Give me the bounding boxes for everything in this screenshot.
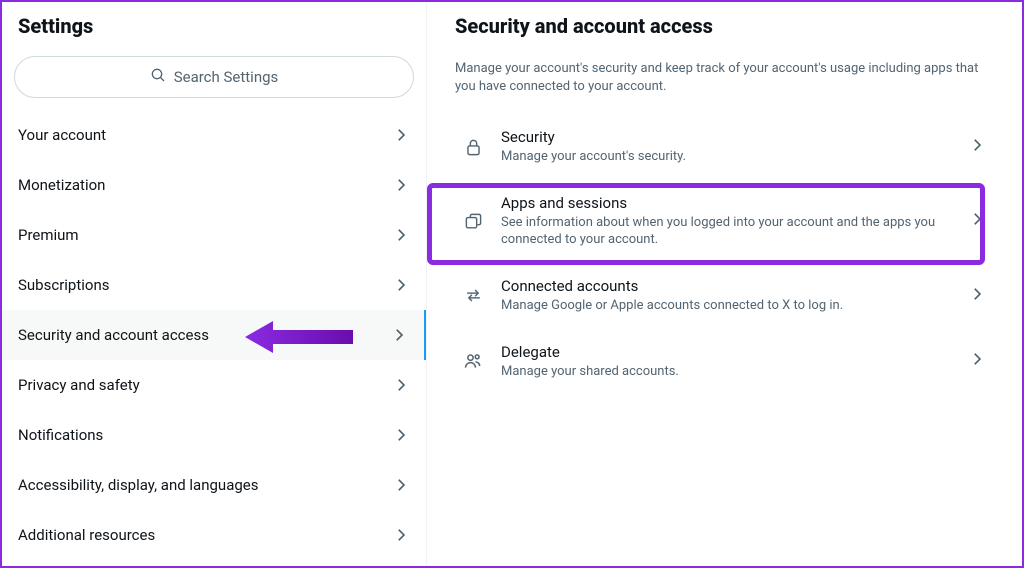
- option-body: Delegate Manage your shared accounts.: [501, 343, 950, 381]
- sidebar-item-monetization[interactable]: Monetization: [2, 160, 426, 210]
- option-body: Connected accounts Manage Google or Appl…: [501, 277, 950, 315]
- apps-icon: [463, 212, 483, 231]
- option-security[interactable]: Security Manage your account's security.: [455, 114, 994, 180]
- chevron-right-icon: [392, 126, 410, 144]
- option-title: Connected accounts: [501, 277, 950, 297]
- option-title: Security: [501, 128, 950, 148]
- sidebar-item-notifications[interactable]: Notifications: [2, 410, 426, 460]
- sidebar-item-label: Notifications: [18, 426, 103, 444]
- settings-sidebar: Settings Search Settings Your account Mo…: [2, 2, 427, 566]
- chevron-right-icon: [392, 476, 410, 494]
- option-body: Security Manage your account's security.: [501, 128, 950, 166]
- sidebar-item-accessibility-display-languages[interactable]: Accessibility, display, and languages: [2, 460, 426, 510]
- chevron-right-icon: [390, 326, 408, 344]
- sidebar-item-subscriptions[interactable]: Subscriptions: [2, 260, 426, 310]
- chevron-right-icon: [968, 350, 986, 372]
- chevron-right-icon: [392, 526, 410, 544]
- option-body: Apps and sessions See information about …: [501, 194, 950, 249]
- sidebar-item-security-and-account-access[interactable]: Security and account access: [2, 310, 426, 360]
- sidebar-item-label: Premium: [18, 226, 79, 244]
- option-title: Delegate: [501, 343, 950, 363]
- swap-arrows-icon: [463, 286, 483, 305]
- sidebar-item-label: Privacy and safety: [18, 376, 140, 394]
- option-desc: Manage Google or Apple accounts connecte…: [501, 297, 950, 315]
- chevron-right-icon: [968, 136, 986, 158]
- sidebar-item-your-account[interactable]: Your account: [2, 110, 426, 160]
- option-delegate[interactable]: Delegate Manage your shared accounts.: [455, 329, 994, 395]
- lock-icon: [463, 138, 483, 157]
- sidebar-item-label: Your account: [18, 126, 106, 144]
- chevron-right-icon: [392, 276, 410, 294]
- search-wrapper: Search Settings: [2, 48, 426, 110]
- main-title: Security and account access: [455, 14, 994, 50]
- chevron-right-icon: [968, 285, 986, 307]
- people-icon: [463, 351, 483, 371]
- search-icon: [150, 67, 166, 87]
- option-title: Apps and sessions: [501, 194, 950, 214]
- sidebar-item-additional-resources[interactable]: Additional resources: [2, 510, 426, 560]
- sidebar-item-premium[interactable]: Premium: [2, 210, 426, 260]
- option-connected-accounts[interactable]: Connected accounts Manage Google or Appl…: [455, 263, 994, 329]
- option-apps-and-sessions[interactable]: Apps and sessions See information about …: [455, 180, 994, 263]
- chevron-right-icon: [392, 226, 410, 244]
- sidebar-item-label: Additional resources: [18, 526, 155, 544]
- sidebar-item-label: Accessibility, display, and languages: [18, 476, 258, 494]
- main-panel: Security and account access Manage your …: [427, 2, 1022, 566]
- search-placeholder: Search Settings: [174, 68, 279, 86]
- settings-title: Settings: [2, 14, 426, 48]
- sidebar-item-privacy-and-safety[interactable]: Privacy and safety: [2, 360, 426, 410]
- chevron-right-icon: [392, 376, 410, 394]
- chevron-right-icon: [968, 210, 986, 232]
- chevron-right-icon: [392, 426, 410, 444]
- chevron-right-icon: [392, 176, 410, 194]
- sidebar-item-label: Monetization: [18, 176, 105, 194]
- sidebar-item-label: Security and account access: [18, 326, 209, 344]
- main-description: Manage your account's security and keep …: [455, 50, 994, 114]
- option-desc: See information about when you logged in…: [501, 214, 950, 249]
- option-desc: Manage your shared accounts.: [501, 363, 950, 381]
- sidebar-item-label: Subscriptions: [18, 276, 109, 294]
- option-desc: Manage your account's security.: [501, 148, 950, 166]
- search-settings-input[interactable]: Search Settings: [14, 56, 414, 98]
